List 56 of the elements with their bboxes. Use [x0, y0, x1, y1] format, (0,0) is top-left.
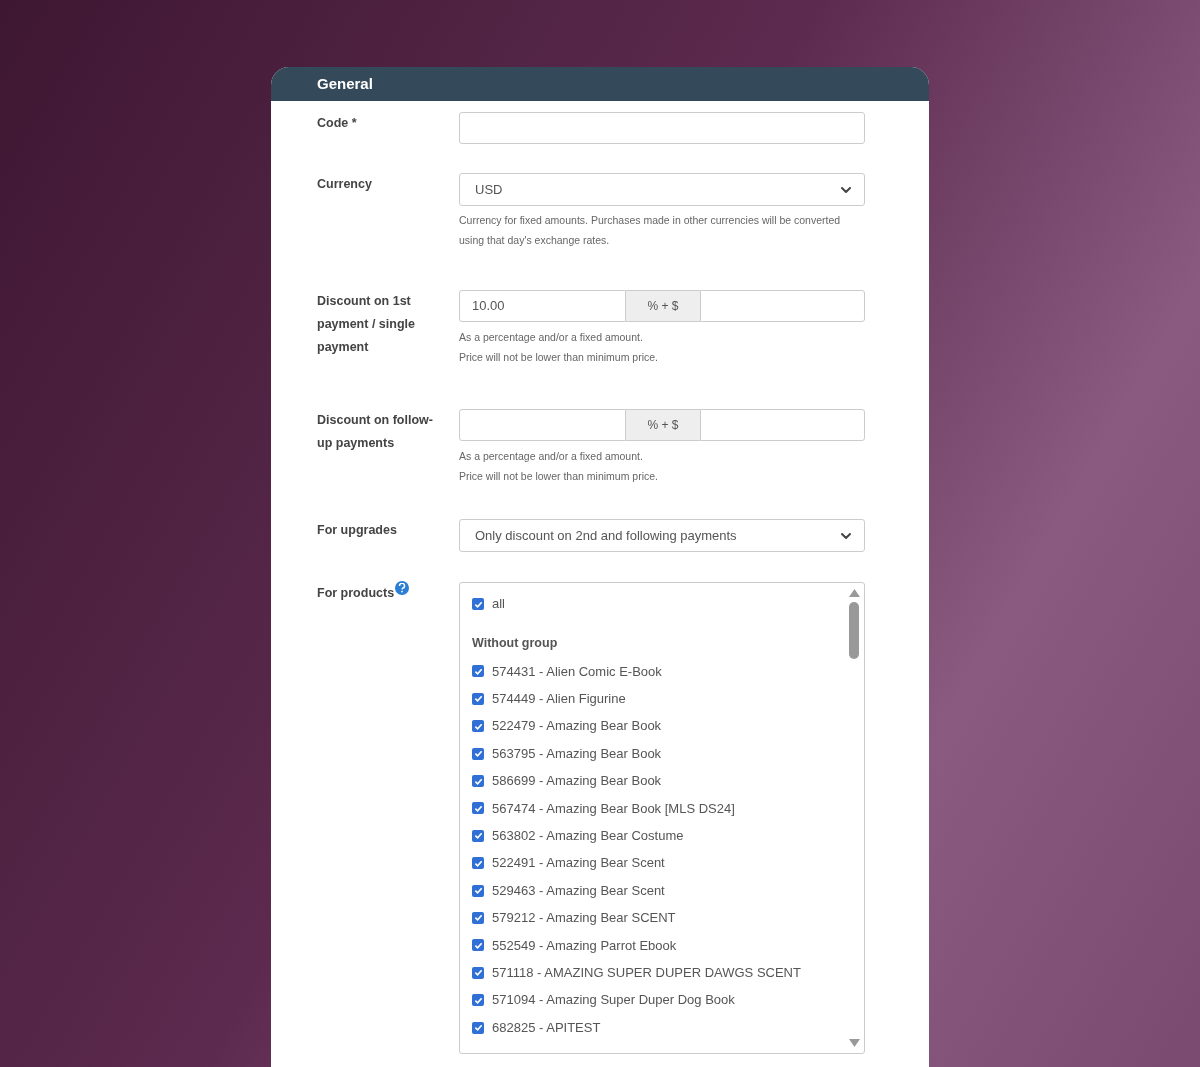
input-field[interactable]	[700, 290, 865, 322]
scroll-up-icon[interactable]	[848, 589, 860, 597]
checkbox[interactable]	[472, 598, 484, 610]
field-label: For upgrades	[317, 522, 398, 539]
help-text: As a percentage and/or a fixed amount.	[459, 330, 644, 345]
checkbox[interactable]	[472, 802, 484, 815]
checkbox[interactable]	[472, 857, 484, 870]
checkbox[interactable]	[472, 939, 484, 952]
field-label: Discount on follow-up payments	[317, 412, 434, 452]
unit-addon: % + $	[626, 290, 700, 322]
field-label: Discount on 1st payment / single payment	[317, 293, 416, 356]
help-text: Price will not be lower than minimum price.	[459, 469, 659, 484]
help-icon[interactable]	[395, 581, 410, 595]
field-label: For products	[317, 585, 395, 602]
checkbox-label: 571118 - AMAZING SUPER DUPER DAWGS SCENT	[492, 964, 801, 982]
help-text: Price will not be lower than minimum price.	[459, 350, 659, 365]
field-label: Code *	[317, 115, 358, 132]
checkbox-label: 682825 - APITEST	[492, 1018, 601, 1037]
select-field[interactable]: USD	[459, 173, 865, 206]
scroll-down-icon[interactable]	[848, 1039, 860, 1047]
checkbox[interactable]	[472, 692, 484, 705]
checkbox[interactable]	[472, 994, 484, 1007]
checkbox-label: 552549 - Amazing Parrot Ebook	[492, 936, 677, 955]
checkbox-label: 571094 - Amazing Super Duper Dog Book	[492, 991, 735, 1010]
checkbox[interactable]	[472, 966, 484, 979]
input-field[interactable]: 10.00	[459, 290, 626, 322]
checkbox-label: 522491 - Amazing Bear Scent	[492, 854, 665, 873]
checkbox-label: 522479 - Amazing Bear Book	[492, 717, 662, 736]
scroll-thumb[interactable]	[849, 602, 859, 659]
section-title: General	[317, 73, 373, 94]
checkbox-label: 586699 - Amazing Bear Book	[492, 772, 662, 791]
checkbox[interactable]	[472, 747, 484, 760]
group-heading: Without group	[472, 635, 559, 652]
input-field[interactable]	[700, 409, 865, 441]
input-field[interactable]	[459, 112, 865, 144]
checkbox[interactable]	[472, 665, 484, 678]
checkbox-label: 529463 - Amazing Bear Scent	[492, 881, 665, 900]
checkbox[interactable]	[472, 720, 484, 733]
checkbox-label: 563795 - Amazing Bear Book	[492, 744, 662, 763]
checkbox[interactable]	[472, 1021, 484, 1034]
select-field[interactable]: Only discount on 2nd and following payments	[459, 519, 865, 552]
checkbox-label: 579212 - Amazing Bear SCENT	[492, 909, 676, 928]
checkbox-label: all	[492, 595, 505, 614]
checkbox[interactable]	[472, 884, 484, 897]
help-text: As a percentage and/or a fixed amount.	[459, 449, 644, 464]
checkbox[interactable]	[472, 775, 484, 787]
input-field[interactable]	[459, 409, 626, 441]
checkbox-label: 574431 - Alien Comic E-Book	[492, 662, 662, 681]
checkbox-label: 563802 - Amazing Bear Costume	[492, 827, 684, 846]
checkbox[interactable]	[472, 829, 484, 842]
help-text: Currency for fixed amounts. Purchases made in other currencies will be converted using that day's exchange rates.	[459, 213, 842, 248]
checkbox-label: 567474 - Amazing Bear Book [MLS DS24]	[492, 799, 735, 818]
checkbox[interactable]	[472, 911, 484, 924]
field-label: Currency	[317, 176, 373, 193]
checkbox-label: 574449 - Alien Figurine	[492, 690, 626, 709]
unit-addon: % + $	[626, 409, 700, 441]
